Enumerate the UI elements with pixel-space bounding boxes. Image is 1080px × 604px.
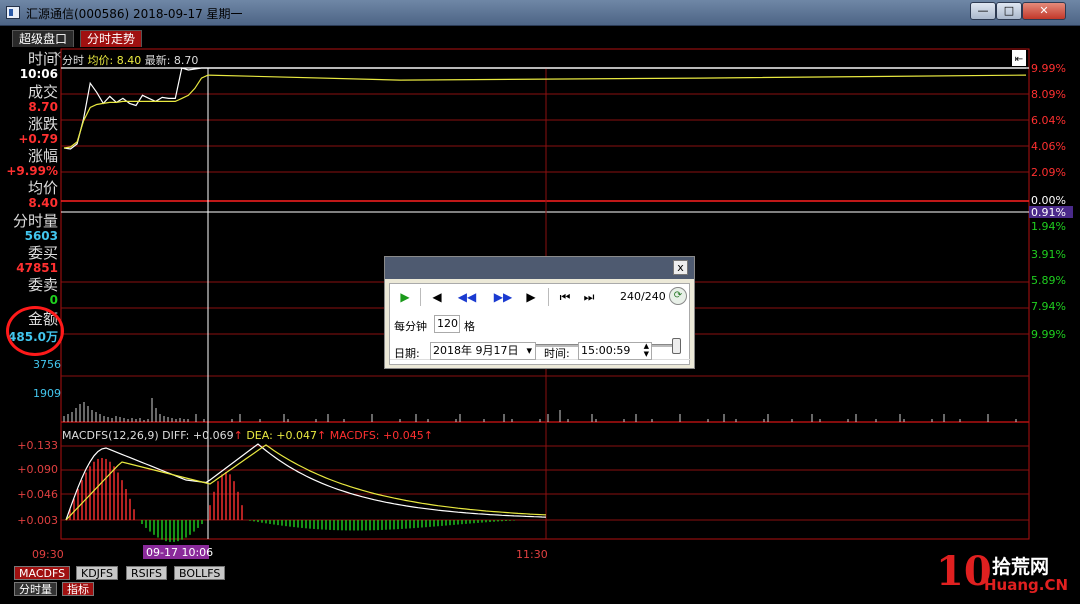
date-value: 2018年 9月17日 bbox=[433, 344, 519, 357]
window-titlebar: 汇源通信(000586) 2018-09-17 星期一 — □ ✕ bbox=[0, 0, 1080, 26]
macd-tick-3: +0.046 bbox=[17, 488, 58, 501]
per-min-unit: 格 bbox=[464, 320, 475, 333]
time-label: 时间 bbox=[27, 50, 58, 68]
watermark-logo: 10 拾荒网 Huang.CN bbox=[936, 548, 1069, 598]
time-mid: 11:30 bbox=[516, 548, 548, 561]
dialog-body: ▶ ◀ ◀◀ ▶▶ ▶ ⏮ ⏭ 240/240 ⟳ 每分钟 120 格 日期: … bbox=[389, 283, 691, 365]
vol-label: 分时量 bbox=[12, 212, 58, 230]
right-tick-8: 3.91% bbox=[1031, 248, 1066, 261]
time-value-dialog: 15:00:59 bbox=[581, 344, 631, 357]
right-tick-10: 7.94% bbox=[1031, 300, 1066, 313]
speed-slider-thumb[interactable] bbox=[672, 338, 681, 354]
time-value: 10:06 bbox=[19, 67, 58, 81]
right-tick-9: 5.89% bbox=[1031, 274, 1066, 287]
pct-value: +9.99% bbox=[6, 164, 58, 178]
right-tick-4: 2.09% bbox=[1031, 166, 1066, 179]
tab-bollfs[interactable]: BOLLFS bbox=[174, 566, 226, 580]
play-icon[interactable]: ▶ bbox=[396, 288, 414, 306]
time-spinner[interactable]: 15:00:59 ▲ ▼ bbox=[578, 342, 652, 360]
collapse-arrow-icon: ⇤ bbox=[1015, 54, 1023, 65]
logo-en: Huang.CN bbox=[984, 576, 1069, 594]
window-title: 汇源通信(000586) 2018-09-17 星期一 bbox=[26, 7, 243, 21]
tab-intraday[interactable]: 分时走势 bbox=[80, 30, 143, 47]
per-min-input[interactable]: 120 bbox=[434, 315, 460, 333]
right-tick-3: 4.06% bbox=[1031, 140, 1066, 153]
right-tick-11: 9.99% bbox=[1031, 328, 1066, 341]
top-tab-bar: 超级盘口 分时走势 bbox=[0, 26, 1080, 48]
macd-tick-1: +0.133 bbox=[17, 439, 58, 452]
macd-tick-4: +0.003 bbox=[17, 514, 58, 527]
right-tick-2: 6.04% bbox=[1031, 114, 1066, 127]
time-label-dialog: 时间: bbox=[544, 347, 570, 360]
diff-line bbox=[65, 443, 547, 521]
dropdown-arrow-icon: ▾ bbox=[526, 344, 532, 357]
right-tick-6: 0.91% bbox=[1031, 206, 1066, 219]
playback-counter: 240/240 bbox=[620, 290, 666, 303]
sell-value: 0 bbox=[49, 293, 58, 307]
dialog-close-button[interactable]: x bbox=[673, 260, 688, 275]
right-tick-0: 9.99% bbox=[1031, 62, 1066, 75]
pct-label: 涨幅 bbox=[27, 147, 58, 165]
macd-value: MACDFS: +0.045 bbox=[329, 429, 424, 442]
macd-bars bbox=[69, 458, 515, 542]
macd-tick-2: +0.090 bbox=[17, 463, 58, 476]
right-tick-7: 1.94% bbox=[1031, 220, 1066, 233]
header-prefix: 分时 bbox=[62, 54, 84, 67]
fast-back-icon[interactable]: ◀◀ bbox=[454, 288, 480, 306]
fast-forward-icon[interactable]: ▶▶ bbox=[490, 288, 516, 306]
buy-label: 委买 bbox=[27, 244, 58, 262]
macd-name: MACDFS(12,26,9) bbox=[62, 429, 159, 442]
macd-diff: DIFF: +0.069 bbox=[162, 429, 234, 442]
tab-super-quote[interactable]: 超级盘口 bbox=[12, 30, 75, 47]
time-cursor: 09-17 10:06 bbox=[146, 546, 214, 559]
close-button[interactable]: ✕ bbox=[1022, 2, 1066, 20]
highlight-circle bbox=[6, 306, 64, 356]
tab-volume[interactable]: 分时量 bbox=[14, 582, 57, 596]
deal-value: 8.70 bbox=[28, 100, 58, 114]
volume-bars bbox=[63, 398, 1017, 422]
sell-label: 委卖 bbox=[27, 276, 58, 294]
vol-tick-low: 1909 bbox=[33, 387, 61, 400]
logo-cn: 拾荒网 bbox=[992, 556, 1050, 578]
jump-end-icon[interactable]: ⏭ bbox=[580, 288, 598, 306]
avg-value: 8.40 bbox=[28, 196, 58, 210]
tab-macdfs[interactable]: MACDFS bbox=[14, 566, 71, 580]
time-start: 09:30 bbox=[32, 548, 64, 561]
app-icon bbox=[6, 6, 20, 19]
maximize-button[interactable]: □ bbox=[996, 2, 1022, 20]
step-back-icon[interactable]: ◀ bbox=[428, 288, 446, 306]
jump-start-icon[interactable]: ⏮ bbox=[556, 288, 574, 306]
spinner-arrows-icon[interactable]: ▲ ▼ bbox=[644, 342, 649, 358]
vol-value: 5603 bbox=[24, 229, 58, 243]
tab-rsifs[interactable]: RSIFS bbox=[126, 566, 167, 580]
dea-line bbox=[65, 444, 547, 521]
refresh-icon[interactable]: ⟳ bbox=[669, 287, 687, 305]
header-avg: 均价: 8.40 bbox=[87, 54, 142, 67]
dialog-caption: x bbox=[385, 257, 694, 279]
buy-value: 47851 bbox=[16, 261, 58, 275]
tab-indicator[interactable]: 指标 bbox=[62, 582, 94, 596]
date-label: 日期: bbox=[394, 347, 420, 360]
step-forward-icon[interactable]: ▶ bbox=[522, 288, 540, 306]
tab-kdjfs[interactable]: KDJFS bbox=[76, 566, 119, 580]
header-last: 最新: 8.70 bbox=[144, 54, 199, 67]
date-picker[interactable]: 2018年 9月17日 ▾ bbox=[430, 342, 536, 360]
price-header: 分时 均价: 8.40 最新: 8.70 bbox=[62, 52, 198, 68]
playback-dialog: x ▶ ◀ ◀◀ ▶▶ ▶ ⏮ ⏭ 240/240 ⟳ 每分钟 120 格 日期… bbox=[384, 256, 695, 369]
avg-label: 均价 bbox=[27, 179, 58, 197]
change-value: +0.79 bbox=[18, 132, 58, 146]
deal-label: 成交 bbox=[27, 83, 58, 101]
right-tick-1: 8.09% bbox=[1031, 88, 1066, 101]
change-label: 涨跌 bbox=[27, 115, 58, 133]
macd-dea: DEA: +0.047 bbox=[246, 429, 317, 442]
minimize-button[interactable]: — bbox=[970, 2, 996, 20]
macd-header: MACDFS(12,26,9) DIFF: +0.069↑ DEA: +0.04… bbox=[62, 429, 433, 442]
vol-tick-high: 3756 bbox=[33, 358, 61, 371]
per-min-label: 每分钟 bbox=[394, 320, 427, 333]
